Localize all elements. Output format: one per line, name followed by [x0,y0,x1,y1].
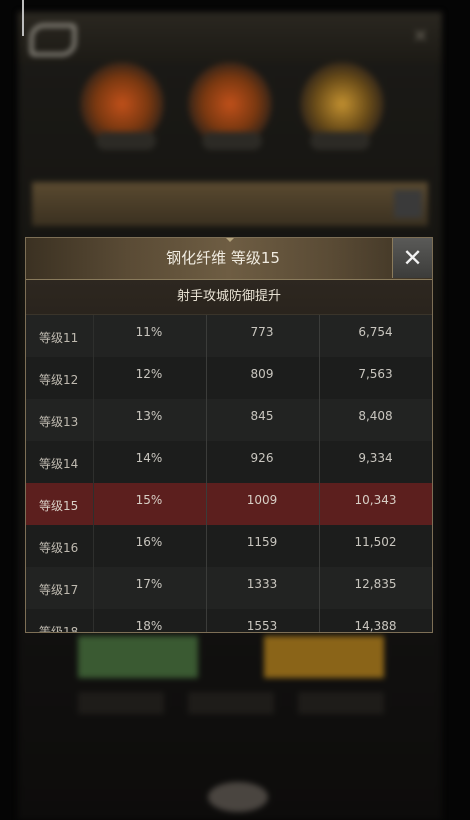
row-percent-value: 14% [135,451,163,465]
background-close-icon: ✕ [412,26,428,47]
row-percent-value: 17% [135,577,163,591]
background-bottom-icon [208,782,268,812]
level-table[interactable]: 等级11 11% 773 6,754 等级12 12% 809 7,563 等级13 13% 845… [26,315,432,632]
row-value-1: 773 [250,325,274,339]
row-level-label: 等级17 [39,583,79,597]
background-item-label [310,132,370,150]
row-value-2: 9,334 [358,451,393,465]
row-value-2: 8,408 [358,409,393,423]
row-percent-value: 15% [135,493,163,507]
table-row[interactable]: 等级11 11% 773 6,754 [26,315,432,357]
row-value-1: 845 [250,409,274,423]
background-strip [78,692,164,714]
background-bar-close-icon [394,190,422,218]
row-value-1: 1009 [246,493,278,507]
table-row[interactable]: 等级16 16% 1159 11,502 [26,525,432,567]
table-row[interactable]: 等级14 14% 926 9,334 [26,441,432,483]
row-value-1: 1553 [246,619,278,632]
background-back-icon [30,24,76,56]
text-cursor [22,0,24,36]
row-percent-value: 11% [135,325,163,339]
table-row[interactable]: 等级13 13% 845 8,408 [26,399,432,441]
background-gold-button [264,636,384,678]
background-strip [188,692,274,714]
row-level-label: 等级13 [39,415,79,429]
row-value-1: 1159 [246,535,278,549]
popup-title: 钢化纤维 等级15 [166,249,280,267]
column-divider [93,315,94,632]
row-percent-value: 13% [135,409,163,423]
row-value-2: 11,502 [354,535,397,549]
table-row[interactable]: 等级17 17% 1333 12,835 [26,567,432,609]
table-row-selected[interactable]: 等级15 15% 1009 10,343 [26,483,432,525]
row-value-1: 1333 [246,577,278,591]
column-divider [319,315,320,632]
row-value-2: 7,563 [358,367,393,381]
background-green-button [78,636,198,678]
background-item-label [96,132,156,150]
table-row[interactable]: 等级12 12% 809 7,563 [26,357,432,399]
level-info-popup: 钢化纤维 等级15 ✕ 射手攻城防御提升 等级11 11% 773 6,754 等级12… [25,237,433,633]
background-header [18,12,442,64]
row-value-2: 6,754 [358,325,393,339]
row-level-label: 等级14 [39,457,79,471]
row-value-2: 14,388 [354,619,397,632]
background-bar [32,182,428,226]
background-item-label [202,132,262,150]
row-value-1: 926 [250,451,274,465]
row-value-2: 12,835 [354,577,397,591]
popup-subtitle: 射手攻城防御提升 [26,280,432,315]
row-level-label: 等级11 [39,331,79,345]
row-level-label: 等级12 [39,373,79,387]
row-level-label: 等级18 [39,625,79,632]
row-level-label: 等级15 [39,499,79,513]
row-percent-value: 12% [135,367,163,381]
background-strip [298,692,384,714]
row-level-label: 等级16 [39,541,79,555]
row-value-2: 10,343 [354,493,397,507]
popup-header: 钢化纤维 等级15 [26,238,432,280]
table-row[interactable]: 等级18 18% 1553 14,388 [26,609,432,632]
column-divider [206,315,207,632]
row-percent-value: 16% [135,535,163,549]
row-percent-value: 18% [135,619,163,632]
row-value-1: 809 [250,367,274,381]
close-button[interactable]: ✕ [392,238,432,278]
